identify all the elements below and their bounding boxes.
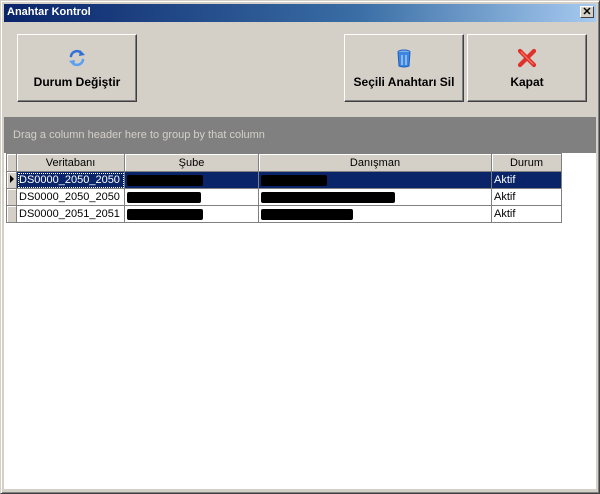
cell-durum[interactable]: Aktif xyxy=(491,188,562,206)
cell-danisman-redacted[interactable] xyxy=(258,188,492,206)
window-title: Anahtar Kontrol xyxy=(7,6,91,18)
cell-sube-redacted[interactable] xyxy=(124,205,259,223)
header-row: Veritabanı Şube Danışman Durum xyxy=(6,153,562,172)
refresh-icon xyxy=(66,47,88,69)
durum-degistir-button[interactable]: Durum Değiştir xyxy=(17,34,137,102)
current-row-arrow-icon xyxy=(9,175,14,183)
kapat-button[interactable]: Kapat xyxy=(467,34,587,102)
toolbar: Durum Değiştir Seçili Anahtarı Sil Kapat xyxy=(4,25,596,117)
redaction-bar xyxy=(127,174,203,186)
group-by-panel[interactable]: Drag a column header here to group by th… xyxy=(4,117,596,153)
cell-veritabani[interactable]: DS0000_2050_2050 xyxy=(16,171,125,189)
row-indicator[interactable] xyxy=(6,171,17,189)
cell-veritabani[interactable]: DS0000_2051_2051 xyxy=(16,205,125,223)
redaction-bar xyxy=(261,208,353,220)
row-indicator[interactable] xyxy=(6,205,17,223)
title-bar[interactable]: Anahtar Kontrol ✕ xyxy=(4,4,596,22)
data-grid[interactable]: Veritabanı Şube Danışman Durum DS0000_20… xyxy=(4,153,596,489)
redaction-bar xyxy=(127,208,203,220)
column-header-danisman[interactable]: Danışman xyxy=(258,153,492,172)
group-by-hint: Drag a column header here to group by th… xyxy=(13,129,265,141)
redaction-bar xyxy=(127,191,201,203)
cell-danisman-redacted[interactable] xyxy=(258,171,492,189)
secili-anahtari-sil-label: Seçili Anahtarı Sil xyxy=(353,75,455,89)
trash-icon xyxy=(393,47,415,69)
cell-durum[interactable]: Aktif xyxy=(491,205,562,223)
window-close-button[interactable]: ✕ xyxy=(580,6,594,18)
close-icon: ✕ xyxy=(582,6,592,18)
cell-veritabani[interactable]: DS0000_2050_2050 xyxy=(16,188,125,206)
secili-anahtari-sil-button[interactable]: Seçili Anahtarı Sil xyxy=(344,34,464,102)
redaction-bar xyxy=(261,174,327,186)
column-header-veritabani[interactable]: Veritabanı xyxy=(16,153,125,172)
table-row[interactable]: DS0000_2051_2051 Aktif xyxy=(6,205,562,223)
redaction-bar xyxy=(261,191,395,203)
cell-sube-redacted[interactable] xyxy=(124,188,259,206)
cell-sube-redacted[interactable] xyxy=(124,171,259,189)
cell-durum[interactable]: Aktif xyxy=(491,171,562,189)
anahtar-table: Veritabanı Şube Danışman Durum DS0000_20… xyxy=(6,153,562,223)
table-row[interactable]: DS0000_2050_2050 Aktif xyxy=(6,188,562,206)
column-header-durum[interactable]: Durum xyxy=(491,153,562,172)
anahtar-kontrol-window: Anahtar Kontrol ✕ Durum Değiştir Seçili … xyxy=(0,0,600,494)
row-indicator[interactable] xyxy=(6,188,17,206)
row-indicator-header xyxy=(6,153,17,172)
table-row[interactable]: DS0000_2050_2050 Aktif xyxy=(6,171,562,189)
close-x-icon xyxy=(516,47,538,69)
kapat-label: Kapat xyxy=(510,75,544,89)
durum-degistir-label: Durum Değiştir xyxy=(33,75,121,89)
column-header-sube[interactable]: Şube xyxy=(124,153,259,172)
cell-danisman-redacted[interactable] xyxy=(258,205,492,223)
